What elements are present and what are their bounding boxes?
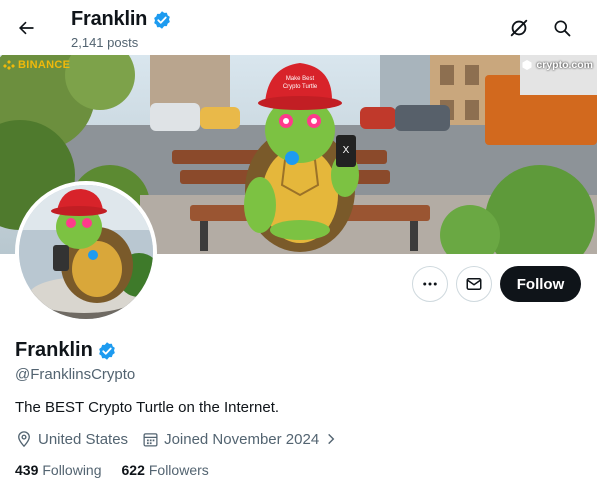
follow-counts: 439 Following 622 Followers	[15, 462, 229, 478]
top-bar: Franklin 2,141 posts	[0, 0, 597, 55]
following-label: Following	[42, 462, 102, 478]
svg-text:Crypto Turtle: Crypto Turtle	[283, 84, 318, 90]
more-icon	[423, 282, 437, 286]
followers-count: 622	[121, 462, 145, 478]
profile-meta: United States Joined November 2024	[15, 430, 352, 448]
verified-badge-icon[interactable]	[97, 341, 117, 361]
message-icon	[466, 278, 482, 290]
avatar[interactable]	[15, 181, 157, 323]
joined-text: Joined November 2024	[164, 430, 320, 448]
svg-text:X: X	[343, 145, 350, 156]
following-count: 439	[15, 462, 39, 478]
location-item: United States	[15, 430, 128, 448]
svg-text:Make Best: Make Best	[286, 76, 315, 82]
calendar-icon	[143, 432, 158, 447]
grok-button[interactable]	[505, 14, 533, 42]
following-link[interactable]: 439 Following	[15, 462, 102, 478]
grok-icon	[510, 19, 528, 37]
location-icon	[18, 431, 30, 448]
profile-bio: The BEST Crypto Turtle on the Internet.	[15, 399, 280, 416]
crypto-com-logo: crypto.com	[521, 59, 593, 71]
back-button[interactable]	[10, 12, 42, 44]
follow-button[interactable]: Follow	[500, 266, 581, 302]
followers-link[interactable]: 622 Followers	[122, 462, 209, 478]
profile-handle: @FranklinsCrypto	[15, 366, 136, 383]
profile-name-row: Franklin	[15, 339, 117, 362]
header-name-row: Franklin	[71, 8, 172, 31]
message-button[interactable]	[456, 266, 492, 302]
posts-count: 2,141 posts	[71, 35, 139, 50]
header-name: Franklin	[71, 8, 148, 30]
avatar-image	[19, 185, 153, 319]
search-icon	[554, 20, 571, 37]
more-button[interactable]	[412, 266, 448, 302]
followers-label: Followers	[148, 462, 209, 478]
search-button[interactable]	[548, 14, 576, 42]
binance-logo: BINANCE	[3, 59, 70, 71]
back-arrow-icon	[19, 21, 34, 35]
joined-item[interactable]: Joined November 2024	[142, 431, 338, 448]
verified-badge-icon	[154, 10, 171, 29]
location-text: United States	[38, 430, 129, 448]
profile-name: Franklin	[15, 339, 93, 361]
chevron-right-icon	[328, 433, 335, 445]
